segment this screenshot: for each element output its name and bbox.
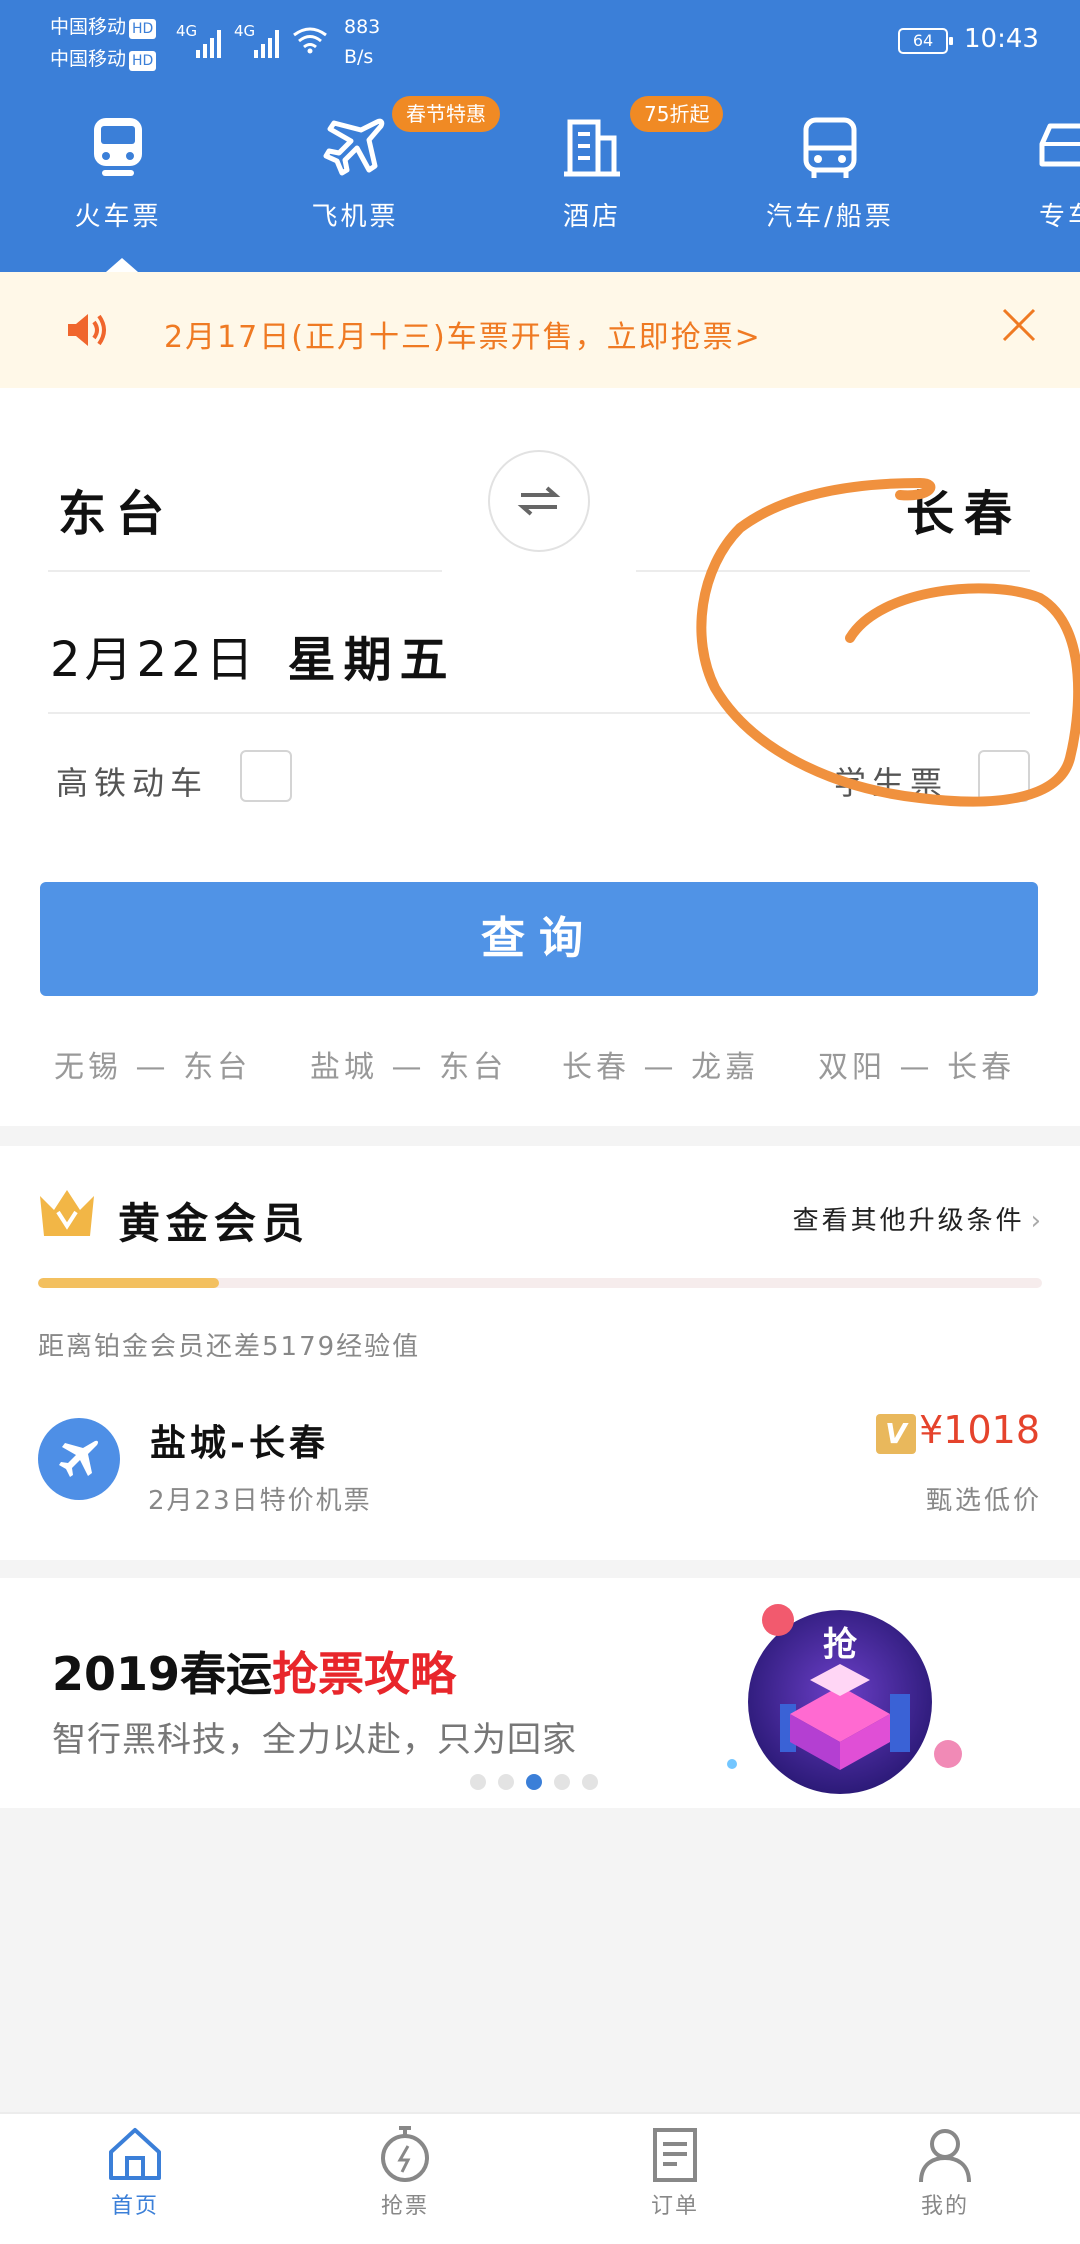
recent-route[interactable]: 无锡 — 东台 xyxy=(54,1042,251,1086)
train-icon xyxy=(94,118,142,176)
app-header: 中国移动 HD 中国移动 HD 4G 4G 883 B/s 64 10:43 火… xyxy=(0,0,1080,272)
hotel-icon xyxy=(564,119,620,177)
carousel-dot[interactable] xyxy=(582,1774,598,1790)
speaker-icon xyxy=(68,314,106,346)
clock: 10:43 xyxy=(964,24,1039,54)
swap-stations-button[interactable] xyxy=(488,450,590,552)
order-icon xyxy=(653,2128,697,2182)
hd-badge: HD xyxy=(129,51,157,71)
experience-gap-text: 距离铂金会员还差5179经验值 xyxy=(38,1332,421,1362)
tab-profile[interactable]: 我的 xyxy=(810,2114,1080,2244)
carousel-dot[interactable] xyxy=(554,1774,570,1790)
bottom-tab-bar: 首页 抢票 订单 我的 xyxy=(0,2112,1080,2244)
departure-station[interactable]: 东台 xyxy=(58,474,174,544)
nav-car[interactable]: 专车 xyxy=(968,100,1080,272)
plane-icon xyxy=(59,1440,99,1477)
deal-price[interactable]: ¥1018 xyxy=(919,1408,1040,1452)
home-icon xyxy=(109,2128,161,2180)
divider xyxy=(48,570,442,572)
student-label: 学生票 xyxy=(834,764,949,802)
stopwatch-icon xyxy=(381,2126,429,2182)
promo-badge: 75折起 xyxy=(630,96,724,132)
wifi-icon xyxy=(293,27,327,54)
category-nav: 火车票 飞机票 春节特惠 酒店 75折起 汽车/船票 专 xyxy=(0,96,1080,272)
carousel-dot[interactable] xyxy=(470,1774,486,1790)
train-search-card: 东台 长春 2月22日 星期五 高铁动车 学生票 查询 无锡 — 东台 盐城 — … xyxy=(0,388,1080,1126)
membership-level: 黄金会员 xyxy=(118,1199,311,1248)
battery-icon: 64 xyxy=(898,28,953,54)
grab-ticket-illustration: 抢 xyxy=(727,1604,962,1794)
user-icon xyxy=(919,2129,971,2183)
student-checkbox[interactable] xyxy=(978,750,1030,802)
recent-route[interactable]: 双阳 — 长春 xyxy=(818,1042,1015,1086)
signal-icon: 4G xyxy=(234,18,279,58)
car-icon xyxy=(1039,123,1080,167)
swap-icon xyxy=(517,486,561,516)
tab-grab-ticket[interactable]: 抢票 xyxy=(270,2114,540,2244)
weekday-value: 星期五 xyxy=(287,632,456,688)
signal-icon: 4G xyxy=(176,18,221,58)
recent-route[interactable]: 长春 — 龙嘉 xyxy=(562,1042,759,1086)
active-nav-caret xyxy=(106,258,138,272)
network-speed: 883 B/s xyxy=(344,16,381,68)
carousel-dot[interactable] xyxy=(498,1774,514,1790)
carrier-1: 中国移动 xyxy=(50,16,127,38)
promo-banner[interactable]: 2019春运抢票攻略 智行黑科技，全力以赴，只为回家 抢 xyxy=(0,1578,1080,1808)
divider xyxy=(636,570,1030,572)
status-bar: 中国移动 HD 中国移动 HD 4G 4G 883 B/s 64 10:43 xyxy=(0,0,1080,90)
date-value: 2月22日 xyxy=(50,632,258,688)
notice-bar[interactable]: 2月17日(正月十三)车票开售，立即抢票> xyxy=(0,272,1080,388)
nav-bus-ship[interactable]: 汽车/船票 xyxy=(730,100,930,272)
close-icon[interactable] xyxy=(996,302,1042,348)
carousel-dot[interactable] xyxy=(526,1774,542,1790)
carousel-indicator xyxy=(470,1774,598,1790)
highspeed-label: 高铁动车 xyxy=(56,764,209,802)
query-button[interactable]: 查询 xyxy=(40,882,1038,996)
bus-icon xyxy=(803,117,857,178)
membership-progress xyxy=(38,1278,1042,1288)
membership-progress-fill xyxy=(38,1278,219,1288)
recent-route[interactable]: 盐城 — 东台 xyxy=(310,1042,507,1086)
vip-badge-icon: V xyxy=(876,1414,916,1454)
promo-badge: 春节特惠 xyxy=(392,96,500,132)
hd-badge: HD xyxy=(129,19,157,39)
tab-orders[interactable]: 订单 xyxy=(540,2114,810,2244)
deal-route[interactable]: 盐城-长春 xyxy=(150,1414,329,1466)
deal-tag: 甄选低价 xyxy=(925,1486,1042,1516)
highspeed-checkbox[interactable] xyxy=(240,750,292,802)
nav-train[interactable]: 火车票 xyxy=(18,100,218,272)
divider xyxy=(48,712,1030,714)
membership-card: 黄金会员 查看其他升级条件 › 距离铂金会员还差5179经验值 盐城-长春 2月2… xyxy=(0,1146,1080,1560)
flight-deal-icon xyxy=(38,1418,120,1500)
banner-subtitle: 智行黑科技，全力以赴，只为回家 xyxy=(52,1720,577,1760)
tab-home[interactable]: 首页 xyxy=(0,2114,270,2244)
upgrade-conditions-link[interactable]: 查看其他升级条件 › xyxy=(793,1200,1044,1237)
art-char: 抢 xyxy=(823,1625,858,1665)
date-picker[interactable]: 2月22日 星期五 xyxy=(50,620,456,690)
notice-text[interactable]: 2月17日(正月十三)车票开售，立即抢票> xyxy=(164,312,762,356)
carrier-2: 中国移动 xyxy=(50,48,127,70)
deal-subtitle: 2月23日特价机票 xyxy=(148,1486,372,1516)
banner-title: 2019春运抢票攻略 xyxy=(52,1647,457,1701)
plane-icon xyxy=(323,118,385,176)
crown-icon xyxy=(40,1190,94,1236)
chevron-right-icon: › xyxy=(1030,1206,1044,1236)
arrival-station[interactable]: 长春 xyxy=(906,474,1022,544)
